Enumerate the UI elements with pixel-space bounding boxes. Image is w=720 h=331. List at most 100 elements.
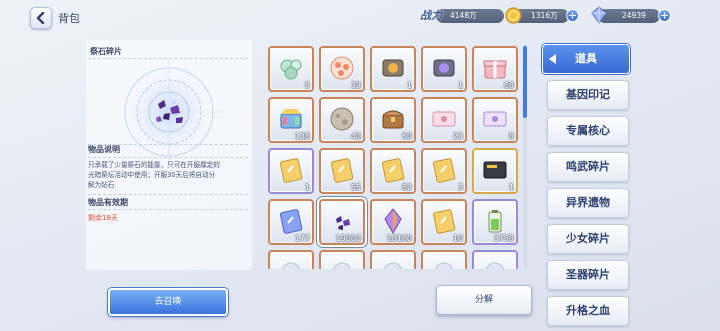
chevron-left-icon	[36, 12, 45, 24]
item-count: 18180	[386, 234, 412, 243]
page-title: 背包	[58, 12, 80, 25]
category-tab[interactable]: 异界遗物	[547, 188, 629, 218]
item-count: 68	[503, 81, 514, 90]
item-count: 3798	[493, 234, 514, 243]
inventory-slot[interactable]: 82	[370, 148, 416, 194]
inventory-slot[interactable]: 39	[319, 46, 365, 92]
power-value: 4148万	[436, 9, 504, 23]
rainbow-chest-icon	[280, 109, 302, 129]
inventory-slot[interactable]: 10	[421, 199, 467, 245]
inventory-slot[interactable]: 40	[319, 97, 365, 143]
item-count: 1	[457, 81, 463, 90]
item-icon	[485, 262, 505, 269]
gift-box-icon	[483, 60, 507, 79]
category-tab[interactable]: 圣器碎片	[547, 260, 629, 290]
inventory-slot[interactable]	[421, 250, 467, 269]
gem-crystal-icon	[591, 6, 607, 24]
gem-box-icon	[382, 59, 404, 77]
inventory-slot[interactable]: 8	[472, 97, 518, 143]
power-label: 战力	[420, 9, 442, 22]
inventory-slot[interactable]: 177	[268, 199, 314, 245]
add-gold-button[interactable]: +	[566, 9, 579, 22]
item-count: 138	[294, 132, 310, 141]
inventory-slot[interactable]: 18180	[370, 199, 416, 245]
item-count: 39	[350, 81, 361, 90]
altar-shard-icon	[336, 216, 350, 230]
inventory-slot[interactable]: 23	[421, 97, 467, 143]
category-tab[interactable]: 基因印记	[547, 80, 629, 110]
desc-heading: 物品说明	[88, 145, 120, 154]
pink-ticket-icon	[432, 111, 456, 127]
gems-display: 24939 +	[590, 6, 671, 24]
prism-crystal-icon	[384, 208, 402, 235]
battery-icon	[488, 210, 502, 233]
inventory-slot[interactable]: 55	[319, 148, 365, 194]
inventory-slot[interactable]	[370, 250, 416, 269]
category-label: 专属核心	[566, 124, 610, 137]
item-count: 1	[406, 81, 412, 90]
category-tab[interactable]: 专属核心	[547, 116, 629, 146]
category-tab[interactable]: 鸣武碎片	[547, 152, 629, 182]
category-label: 道具	[575, 52, 597, 65]
inventory-slot[interactable]: 1	[268, 148, 314, 194]
item-description: 只承载了少量祭石的能量，只可在开服靡定的 光暗祭坛活动中使用；开服30天后将自动…	[88, 161, 220, 189]
category-label: 少女碎片	[566, 232, 610, 245]
item-grid: 5 39 1 1 68 138 40 50 23 8 1 55 82 3 1 177 19000 18180 10 3…	[262, 42, 520, 269]
stone-orb-icon	[330, 107, 354, 131]
inventory-slot[interactable]: 50	[370, 97, 416, 143]
divider	[88, 194, 248, 195]
item-count: 82	[401, 183, 412, 192]
caret-left-icon	[549, 54, 556, 64]
gold-card-icon	[330, 158, 354, 183]
item-count: 8	[508, 132, 514, 141]
inventory-slot[interactable]: 68	[472, 46, 518, 92]
inventory-slot[interactable]	[472, 250, 518, 269]
item-count: 10	[452, 234, 463, 243]
gold-card-icon	[279, 158, 303, 183]
inventory-slot[interactable]: 3	[421, 148, 467, 194]
category-label: 异界遗物	[566, 196, 610, 209]
gold-coin-icon	[505, 7, 522, 24]
inventory-slot[interactable]: 1	[421, 46, 467, 92]
summon-button[interactable]: 去召唤	[108, 288, 228, 316]
item-icon	[332, 262, 352, 269]
inventory-slot[interactable]: 1	[472, 148, 518, 194]
item-count: 3	[457, 183, 463, 192]
pearls-icon	[280, 59, 302, 80]
item-icon	[383, 262, 403, 269]
gold-card-icon	[432, 209, 456, 234]
category-label: 基因印记	[566, 88, 610, 101]
item-count: 55	[350, 183, 361, 192]
item-count: 5	[304, 81, 310, 90]
inventory-slot[interactable]: 5	[268, 46, 314, 92]
divider	[88, 209, 248, 210]
add-gems-button[interactable]: +	[658, 9, 671, 22]
category-label: 鸣武碎片	[566, 160, 610, 173]
category-tab[interactable]: 少女碎片	[547, 224, 629, 254]
expiry-remaining: 剩余18天	[88, 214, 118, 222]
gold-card-icon	[381, 158, 405, 183]
category-label: 圣器碎片	[566, 268, 610, 281]
item-count: 23	[452, 132, 463, 141]
item-count: 1	[508, 183, 514, 192]
item-count: 177	[294, 234, 310, 243]
inventory-slot[interactable]: 1	[370, 46, 416, 92]
item-detail-panel: 祭石碎片 物品说明 只承载了少量祭石的能量，只可在开服靡定的 光暗祭坛活动中使用…	[86, 40, 252, 270]
inventory-slot[interactable]	[319, 250, 365, 269]
inventory-slot[interactable]: 19000	[317, 197, 367, 247]
inventory-slot[interactable]	[268, 250, 314, 269]
expiry-heading: 物品有效期	[88, 198, 128, 207]
category-tab[interactable]: 道具	[542, 44, 630, 74]
divider	[88, 157, 248, 158]
decompose-button[interactable]: 分解	[436, 285, 532, 315]
inventory-slot[interactable]: 138	[268, 97, 314, 143]
treasure-chest-icon	[382, 110, 404, 129]
category-label: 升格之血	[566, 304, 610, 317]
inventory-slot[interactable]: 3798	[472, 199, 518, 245]
item-count: 50	[401, 132, 412, 141]
blue-card-icon	[279, 209, 303, 234]
grid-scrollbar-thumb[interactable]	[523, 46, 527, 118]
item-icon	[281, 262, 301, 269]
category-tab[interactable]: 升格之血	[547, 296, 629, 326]
back-button[interactable]	[30, 7, 52, 29]
